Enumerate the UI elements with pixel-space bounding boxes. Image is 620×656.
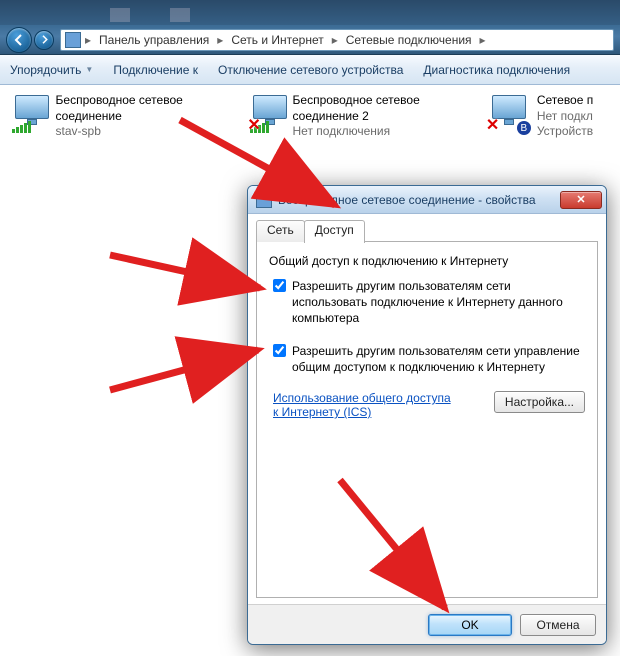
window-tab-strip [0,0,620,25]
bluetooth-badge-icon: B [517,121,531,135]
chevron-right-icon: ▸ [215,33,225,47]
diagnose-button[interactable]: Диагностика подключения [413,55,580,84]
command-toolbar: Упорядочить ▼ Подключение к Отключение с… [0,55,620,85]
connection-extra: Устройств [537,124,593,140]
allow-share-checkbox[interactable] [273,279,286,292]
tab-network[interactable]: Сеть [256,220,305,242]
toolbar-label: Упорядочить [10,63,81,77]
dialog-body: Сеть Доступ Общий доступ к подключению к… [248,214,606,604]
chevron-right-icon: ▸ [83,33,93,47]
tab-panel-sharing: Общий доступ к подключению к Интернету Р… [256,242,598,598]
connection-name: Беспроводное сетевое соединение [56,93,231,124]
back-button[interactable] [6,27,32,53]
connection-status: Нет подключения [293,124,469,140]
section-heading: Общий доступ к подключению к Интернету [269,254,585,268]
allow-control-checkbox[interactable] [273,344,286,357]
tab-thumbnail [110,8,130,22]
chevron-right-icon: ▸ [330,33,340,47]
address-bar: ▸ Панель управления ▸ Сеть и Интернет ▸ … [0,25,620,55]
control-panel-icon [65,32,81,48]
dialog-titlebar[interactable]: Беспроводное сетевое соединение - свойст… [248,186,606,214]
forward-button[interactable] [34,30,54,50]
allow-share-label: Разрешить другим пользователям сети испо… [292,278,585,327]
settings-button[interactable]: Настройка... [494,391,585,413]
connection-status: stav-spb [56,124,231,140]
breadcrumb-item[interactable]: Сетевые подключения [342,33,476,47]
allow-control-label: Разрешить другим пользователям сети упра… [292,343,585,375]
tab-sharing[interactable]: Доступ [304,220,365,243]
disabled-cross-icon: ✕ [247,115,260,135]
wifi-adapter-icon [12,93,48,133]
tab-thumbnail [170,8,190,22]
breadcrumb-item[interactable]: Сеть и Интернет [227,33,327,47]
connection-item[interactable]: Беспроводное сетевое соединение stav-spb [12,93,230,140]
dialog-button-row: OK Отмена [248,604,606,644]
connection-status: Нет подкл [537,109,593,125]
chevron-right-icon: ▸ [478,33,488,47]
connection-name: Беспроводное сетевое соединение 2 [293,93,469,124]
ok-button[interactable]: OK [428,614,512,636]
bluetooth-adapter-icon: ✕ B [489,93,529,133]
chevron-down-icon: ▼ [85,65,93,74]
close-icon: ✕ [576,193,585,206]
organize-menu[interactable]: Упорядочить ▼ [0,55,103,84]
cancel-button[interactable]: Отмена [520,614,596,636]
connection-item[interactable]: ✕ B Сетевое п Нет подкл Устройств [489,93,608,140]
connect-to-menu[interactable]: Подключение к [103,55,208,84]
breadcrumb-item[interactable]: Панель управления [95,33,213,47]
disable-device-button[interactable]: Отключение сетевого устройства [208,55,413,84]
close-button[interactable]: ✕ [560,191,602,209]
toolbar-label: Подключение к [113,63,198,77]
toolbar-label: Диагностика подключения [423,63,570,77]
properties-dialog: Беспроводное сетевое соединение - свойст… [247,185,607,645]
connection-item[interactable]: ✕ Беспроводное сетевое соединение 2 Нет … [250,93,468,140]
ics-help-link[interactable]: Использование общего доступа к Интернету… [273,391,453,419]
disabled-cross-icon: ✕ [486,115,499,135]
adapter-icon [256,192,272,208]
toolbar-label: Отключение сетевого устройства [218,63,403,77]
breadcrumb-path[interactable]: ▸ Панель управления ▸ Сеть и Интернет ▸ … [60,29,614,51]
connection-name: Сетевое п [537,93,593,109]
tab-strip: Сеть Доступ [256,220,598,242]
dialog-title: Беспроводное сетевое соединение - свойст… [278,193,554,207]
wifi-adapter-icon: ✕ [250,93,284,133]
